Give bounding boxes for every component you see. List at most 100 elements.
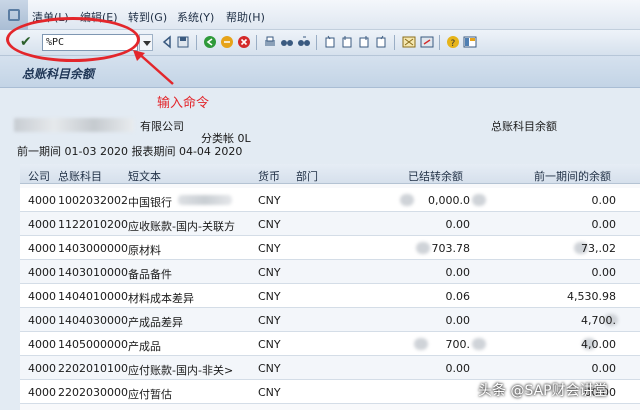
cell-text: 原材料 <box>128 244 161 257</box>
redaction-blur <box>472 194 486 206</box>
col-short-text[interactable]: 短文本 <box>128 168 161 184</box>
cell-currency: CNY <box>258 218 281 231</box>
cell-text: 应收账款-国内-关联方 <box>128 220 235 233</box>
prev-page-icon[interactable] <box>340 35 354 49</box>
cell-currency: CNY <box>258 194 281 207</box>
cell-company: 4000 <box>28 362 56 375</box>
col-prev-period-balance[interactable]: 前一期间的余额 <box>534 168 611 184</box>
cell-text: 应付账款-国内-非关> <box>128 364 234 377</box>
cell-prev: 73,.02 <box>581 242 616 255</box>
cell-account: 1002032002 <box>58 194 128 207</box>
back-nav-icon[interactable] <box>203 35 217 49</box>
exit-icon[interactable] <box>220 35 234 49</box>
table-row[interactable]: 4000 1122010200 应收账款-国内-关联方 CNY 0.00 0.0… <box>20 212 640 236</box>
annotation-text: 输入命令 <box>157 96 210 111</box>
col-company[interactable]: 公司 <box>28 168 50 184</box>
cell-currency: CNY <box>258 386 281 399</box>
menu-system[interactable]: 系统(Y) <box>177 9 214 25</box>
cell-prev: 4,530.98 <box>567 290 616 303</box>
last-page-icon[interactable] <box>374 35 388 49</box>
cell-text: 产成品 <box>128 340 161 353</box>
cell-carried: 0.00 <box>445 218 471 231</box>
cell-text: 材料成本差异 <box>128 292 194 305</box>
annotation-arrow-icon <box>133 50 174 85</box>
cell-account: 1403010000 <box>58 266 128 279</box>
cell-currency: CNY <box>258 266 281 279</box>
cell-account: 1122010200 <box>58 218 128 231</box>
cell-currency: CNY <box>258 338 281 351</box>
title-bar: 总账科目余额 <box>0 56 640 88</box>
cell-prev: 0.00 <box>591 266 617 279</box>
cell-currency: CNY <box>258 242 281 255</box>
cell-account: 1404030000 <box>58 314 128 327</box>
cell-prev: 0.00 <box>591 194 617 207</box>
back-icon[interactable] <box>160 35 174 49</box>
page-title: 总账科目余额 <box>22 67 95 81</box>
table-row[interactable]: 4000 1404030000 产成品差异 CNY 0.00 4,700. <box>20 308 640 332</box>
cell-carried: 0.00 <box>445 362 471 375</box>
cell-currency: CNY <box>258 314 281 327</box>
company-name-redacted <box>14 118 134 132</box>
toolbar-separator <box>316 35 317 50</box>
cell-account: 2202030000 <box>58 386 128 399</box>
cell-prev: 4,700. <box>581 314 616 327</box>
help-icon[interactable]: ? <box>446 35 460 49</box>
balance-table: 公司 总账科目 短文本 货币 部门 已结转余额 前一期间的余额 4000 100… <box>20 164 640 410</box>
cell-company: 4000 <box>28 194 56 207</box>
col-gl-account[interactable]: 总账科目 <box>58 168 102 184</box>
redaction-blur <box>178 195 232 205</box>
cell-carried: 0.00 <box>445 314 471 327</box>
table-header: 公司 总账科目 短文本 货币 部门 已结转余额 前一期间的余额 <box>20 164 640 184</box>
table-row[interactable]: 4000 1002032002 中国银行 CNY 0,000.0 0.00 <box>20 188 640 212</box>
cell-company: 4000 <box>28 386 56 399</box>
col-carried-balance[interactable]: 已结转余额 <box>408 168 463 184</box>
next-page-icon[interactable] <box>357 35 371 49</box>
cell-text: 产成品差异 <box>128 316 183 329</box>
cancel-icon[interactable] <box>237 35 251 49</box>
cell-prev: 4,0.00 <box>581 338 616 351</box>
report-name: 总账科目余额 <box>491 120 557 133</box>
toolbar-separator <box>256 35 257 50</box>
shortcut-icon[interactable] <box>420 35 434 49</box>
cell-prev: 0.00 <box>591 218 617 231</box>
cell-prev: 0.00 <box>591 362 617 375</box>
cell-text: 应付暂估 <box>128 388 172 401</box>
create-session-icon[interactable] <box>402 35 416 49</box>
cell-text: 备品备件 <box>128 268 172 281</box>
col-department[interactable]: 部门 <box>296 168 318 184</box>
annotation-ellipse <box>6 17 140 62</box>
save-icon[interactable] <box>176 35 190 49</box>
toolbar-separator <box>196 35 197 50</box>
find-icon[interactable] <box>280 35 294 49</box>
cell-carried: 703.78 <box>431 242 471 255</box>
redaction-blur <box>472 338 486 350</box>
svg-text:?: ? <box>451 39 456 49</box>
table-row[interactable]: 4000 1403000000 原材料 CNY 703.78 73,.02 <box>20 236 640 260</box>
cell-currency: CNY <box>258 362 281 375</box>
cell-account: 1403000000 <box>58 242 128 255</box>
cell-account: 1405000000 <box>58 338 128 351</box>
layout-icon[interactable] <box>463 35 477 49</box>
first-page-icon[interactable] <box>323 35 337 49</box>
table-row[interactable]: 4000 2202010100 应付账款-国内-非关> CNY 0.00 0.0… <box>20 356 640 380</box>
cell-account: 1404010000 <box>58 290 128 303</box>
menu-goto[interactable]: 转到(G) <box>128 9 167 25</box>
cell-company: 4000 <box>28 266 56 279</box>
find-next-icon[interactable] <box>297 35 311 49</box>
toolbar-separator <box>439 35 440 50</box>
company-suffix: 有限公司 <box>140 120 184 133</box>
menu-help[interactable]: 帮助(H) <box>226 9 265 25</box>
cell-account: 2202010100 <box>58 362 128 375</box>
cell-company: 4000 <box>28 290 56 303</box>
table-row[interactable]: 4000 1403010000 备品备件 CNY 0.00 0.00 <box>20 260 640 284</box>
col-currency[interactable]: 货币 <box>258 168 280 184</box>
watermark: 头条 @SAP财会讲堂 <box>478 383 608 399</box>
table-row[interactable]: 4000 1405000000 产成品 CNY 700. 4,0.00 <box>20 332 640 356</box>
cell-carried: 700. <box>445 338 471 351</box>
table-row[interactable]: 4000 1404010000 材料成本差异 CNY 0.06 4,530.98 <box>20 284 640 308</box>
cell-company: 4000 <box>28 218 56 231</box>
cell-text: 中国银行 <box>128 196 172 209</box>
toolbar-separator <box>394 35 395 50</box>
command-dropdown-icon[interactable] <box>139 34 153 51</box>
print-icon[interactable] <box>263 35 277 49</box>
